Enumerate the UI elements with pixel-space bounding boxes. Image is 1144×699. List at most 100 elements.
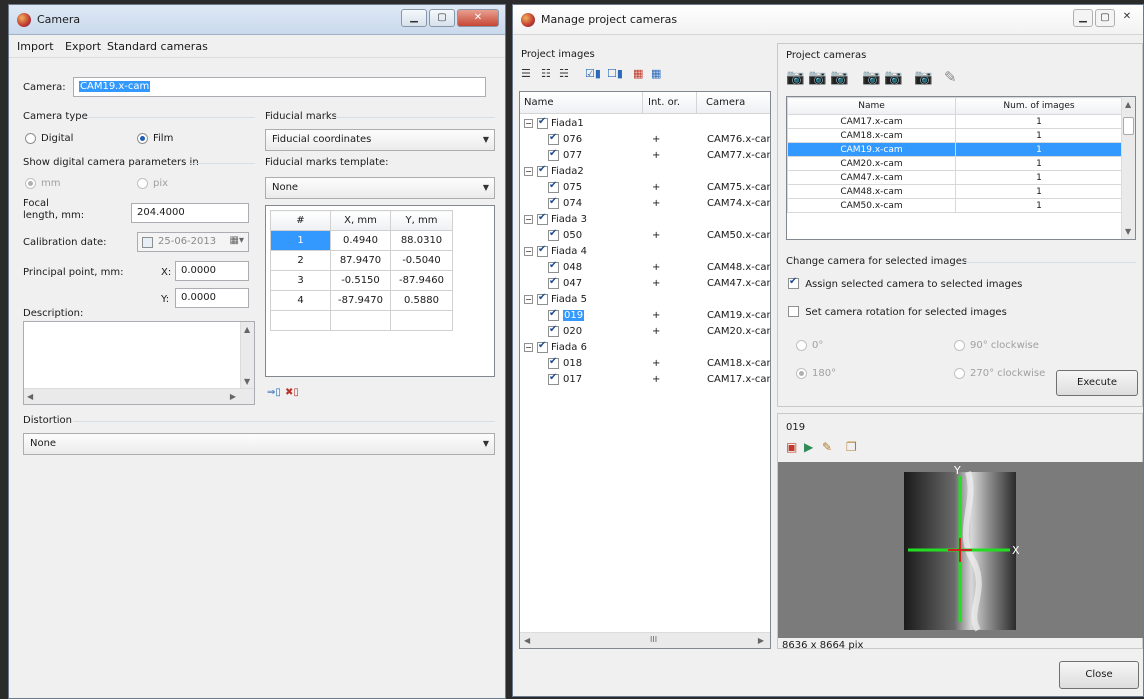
preview-zoom-icon[interactable]: ▣ — [786, 440, 797, 454]
group-checkbox[interactable] — [537, 292, 548, 305]
tree-col-intor[interactable]: Int. or. — [648, 97, 680, 108]
tree-item[interactable]: 050 + CAM50.x-cam — [520, 228, 770, 244]
distortion-combo[interactable]: None — [23, 433, 495, 455]
scroll-right-icon[interactable]: ▶ — [230, 392, 236, 401]
fiducial-marks-combo[interactable]: Fiducial coordinates — [265, 129, 495, 151]
preview-edit-icon[interactable]: ✎ — [822, 440, 832, 454]
group-checkbox[interactable] — [537, 244, 548, 257]
description-textarea[interactable]: ▲ ▼ ◀ ▶ — [23, 321, 255, 405]
table-row[interactable]: 1 0.4940 88.0310 — [270, 230, 453, 251]
tree-view-icon[interactable]: ☵ — [559, 67, 569, 80]
table-row-empty[interactable] — [270, 310, 453, 331]
check-all-icon[interactable]: ☑▮ — [585, 67, 601, 80]
cameras-table[interactable]: Name Num. of images CAM17.x-cam 1 CAM18.x-… — [786, 96, 1136, 240]
description-hscroll[interactable]: ◀ ▶ — [24, 388, 254, 404]
camera-name-cell[interactable]: CAM20.x-cam — [787, 156, 956, 171]
menu-import[interactable]: Import — [17, 40, 54, 53]
image-checkbox[interactable] — [548, 260, 559, 273]
image-checkbox[interactable] — [548, 372, 559, 385]
principal-x-field[interactable]: 0.0000 — [175, 261, 249, 281]
camera-name-field[interactable]: CAM19.x-cam — [73, 77, 486, 97]
camera-replace-icon[interactable]: 📷 — [884, 68, 903, 86]
minimize-button[interactable]: ▁ — [1073, 9, 1093, 27]
tree-group[interactable]: − Fiada2 — [520, 164, 770, 180]
tree-item[interactable]: 017 + CAM17.x-cam — [520, 372, 770, 388]
collapse-all-icon[interactable]: ☷ — [541, 67, 551, 80]
table-row[interactable]: CAM19.x-cam 1 — [787, 142, 1123, 157]
image-checkbox[interactable] — [548, 180, 559, 193]
calibration-date-field[interactable]: 25-06-2013 ▦▾ — [137, 232, 249, 252]
menu-standard-cameras[interactable]: Standard cameras — [107, 40, 208, 53]
tree-group[interactable]: − Fiada 6 — [520, 340, 770, 356]
scroll-left-icon[interactable]: ◀ — [27, 392, 33, 401]
scroll-left-icon[interactable]: ◀ — [524, 636, 530, 645]
project-images-tree[interactable]: Name Int. or. Camera − Fiada1 076 + CAM76.x-… — [519, 91, 771, 649]
image-checkbox[interactable] — [548, 324, 559, 337]
delete-camera-icon[interactable]: 📷 — [914, 68, 933, 86]
radio-rotation-180[interactable]: 180° — [796, 368, 836, 379]
radio-rotation-270[interactable]: 270° clockwise — [954, 368, 1045, 379]
radio-digital[interactable]: Digital — [25, 133, 73, 144]
group-checkbox[interactable] — [537, 164, 548, 177]
collapse-icon[interactable]: − — [524, 167, 533, 176]
tree-item[interactable]: 075 + CAM75.x-cam — [520, 180, 770, 196]
tree-item[interactable]: 018 + CAM18.x-cam — [520, 356, 770, 372]
camera-count-cell[interactable]: 1 — [955, 170, 1123, 185]
scroll-up-icon[interactable]: ▲ — [1125, 100, 1131, 109]
image-checkbox[interactable] — [548, 228, 559, 241]
table-row[interactable]: CAM20.x-cam 1 — [787, 156, 1123, 171]
cameras-col-name[interactable]: Name — [787, 97, 956, 115]
camera-count-cell[interactable]: 1 — [955, 156, 1123, 171]
tree-item[interactable]: 048 + CAM48.x-cam — [520, 260, 770, 276]
radio-rotation-0[interactable]: 0° — [796, 340, 823, 351]
maximize-button[interactable]: ▢ — [1095, 9, 1115, 27]
close-window-button[interactable]: ✕ — [1117, 9, 1137, 27]
manage-titlebar[interactable]: Manage project cameras ▁ ▢ ✕ — [513, 5, 1143, 35]
fiducial-col-y[interactable]: Y, mm — [390, 210, 453, 231]
tree-group[interactable]: − Fiada 4 — [520, 244, 770, 260]
camera-name-cell[interactable]: CAM17.x-cam — [787, 114, 956, 129]
close-button[interactable]: Close — [1059, 661, 1139, 689]
cameras-scroll-thumb[interactable] — [1123, 117, 1134, 135]
radio-mm[interactable]: mm — [25, 178, 60, 189]
scroll-down-icon[interactable]: ▼ — [1125, 227, 1131, 236]
group-checkbox[interactable] — [537, 340, 548, 353]
tree-item[interactable]: 076 + CAM76.x-cam — [520, 132, 770, 148]
image-grid-icon[interactable]: ▦ — [633, 67, 643, 80]
camera-disabled-icon[interactable]: ✎ — [944, 68, 957, 86]
minimize-button[interactable]: ▁ — [401, 9, 427, 27]
tree-col-name[interactable]: Name — [524, 97, 554, 108]
camera-titlebar[interactable]: Camera ▁ ▢ ✕ — [9, 5, 505, 35]
tree-group[interactable]: − Fiada 3 — [520, 212, 770, 228]
group-checkbox[interactable] — [537, 116, 548, 129]
calendar-icon[interactable]: ▦▾ — [230, 235, 244, 246]
radio-film[interactable]: Film — [137, 133, 173, 144]
table-row[interactable]: CAM18.x-cam 1 — [787, 128, 1123, 143]
image-checkbox[interactable] — [548, 148, 559, 161]
execute-button[interactable]: Execute — [1056, 370, 1138, 396]
collapse-icon[interactable]: − — [524, 295, 533, 304]
radio-rotation-90[interactable]: 90° clockwise — [954, 340, 1039, 351]
scroll-down-icon[interactable]: ▼ — [244, 377, 250, 386]
rotation-checkbox[interactable]: Set camera rotation for selected images — [788, 306, 1007, 318]
fiducial-template-combo[interactable]: None — [265, 177, 495, 199]
uncheck-all-icon[interactable]: ☐▮ — [607, 67, 623, 80]
tree-item[interactable]: 020 + CAM20.x-cam — [520, 324, 770, 340]
group-checkbox[interactable] — [537, 212, 548, 225]
image-checkbox[interactable] — [548, 196, 559, 209]
collapse-icon[interactable]: − — [524, 343, 533, 352]
image-grid-alt-icon[interactable]: ▦ — [651, 67, 661, 80]
table-row[interactable]: CAM17.x-cam 1 — [787, 114, 1123, 129]
add-row-icon[interactable]: ⇒▯ — [267, 387, 281, 398]
tree-item[interactable]: 077 + CAM77.x-cam — [520, 148, 770, 164]
tree-item[interactable]: 047 + CAM47.x-cam — [520, 276, 770, 292]
camera-count-cell[interactable]: 1 — [955, 128, 1123, 143]
camera-name-cell[interactable]: CAM19.x-cam — [787, 142, 956, 157]
tree-item[interactable]: 074 + CAM74.x-cam — [520, 196, 770, 212]
image-preview[interactable]: Y X — [778, 462, 1143, 638]
camera-count-cell[interactable]: 1 — [955, 114, 1123, 129]
table-row[interactable]: 4 -87.9470 0.5880 — [270, 290, 453, 311]
expand-all-icon[interactable]: ☰ — [521, 67, 531, 80]
assign-camera-checkbox[interactable]: Assign selected camera to selected image… — [788, 276, 1022, 290]
collapse-icon[interactable]: − — [524, 247, 533, 256]
